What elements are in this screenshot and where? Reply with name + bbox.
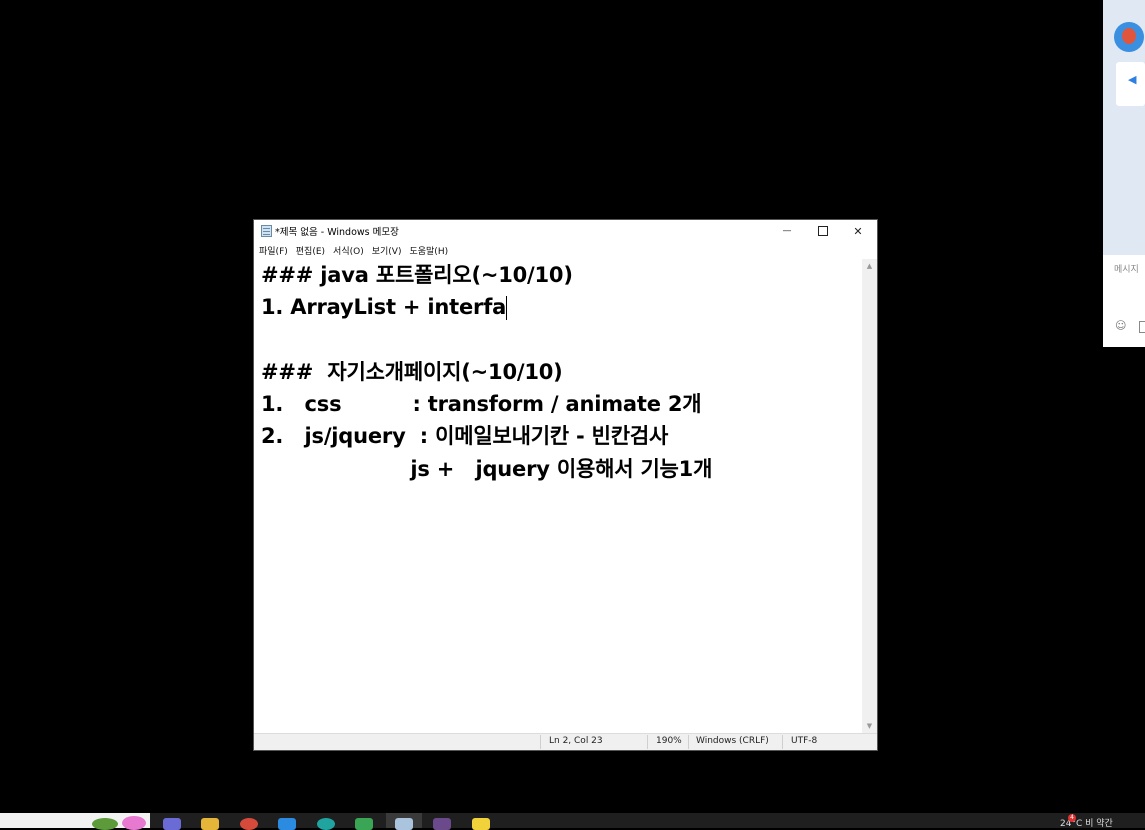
zoom-level: 190% (656, 736, 682, 746)
file-explorer-icon[interactable] (201, 818, 219, 830)
edge-icon[interactable] (317, 818, 335, 830)
notepad-taskbar-icon[interactable] (395, 818, 413, 830)
editor-line-text: 1. ArrayList + interfa (261, 295, 507, 320)
message-input-placeholder[interactable]: 메시지 (1114, 262, 1139, 275)
minimize-button[interactable]: — (770, 220, 804, 242)
notepad-app-icon (261, 225, 272, 237)
status-divider (647, 735, 648, 749)
cursor-position: Ln 2, Col 23 (549, 736, 603, 746)
maximize-icon (818, 226, 828, 236)
emoji-icon[interactable]: ☺ (1115, 319, 1126, 332)
close-button[interactable]: ✕ (841, 220, 875, 242)
editor-line: 2. js/jquery : 이메일보내기칸 - 빈칸검사 (261, 424, 669, 449)
status-divider (688, 735, 689, 749)
chrome-icon[interactable] (240, 818, 258, 830)
kakaotalk-icon[interactable] (472, 818, 490, 830)
menu-edit[interactable]: 편집(E) (296, 244, 325, 257)
copilot-icon[interactable] (163, 818, 181, 830)
notification-badge: 4 (1068, 814, 1076, 822)
status-divider (540, 735, 541, 749)
maximize-button[interactable] (806, 220, 840, 242)
menu-help[interactable]: 도움말(H) (409, 244, 448, 257)
menu-view[interactable]: 보기(V) (372, 244, 402, 257)
editor-line: 1. css : transform / animate 2개 (261, 392, 702, 417)
notepad-window: *제목 없음 - Windows 메모장 — ✕ 파일(F) 편집(E) 서식(… (253, 219, 878, 751)
app-icon[interactable] (355, 818, 373, 830)
editor-line-with-caret: 1. ArrayList + interfa (261, 291, 862, 323)
notice-card[interactable]: ◀ (1116, 62, 1145, 106)
profile-avatar[interactable] (1114, 22, 1144, 52)
text-editor[interactable]: ### java 포트폴리오(~10/10) 1. ArrayList + in… (254, 259, 862, 734)
menu-file[interactable]: 파일(F) (259, 244, 288, 257)
chat-side-panel: ◀ 메시지 ☺ (1103, 0, 1145, 347)
attach-icon[interactable] (1139, 321, 1145, 333)
menu-format[interactable]: 서식(O) (333, 244, 364, 257)
menu-bar: 파일(F) 편집(E) 서식(O) 보기(V) 도움말(H) (254, 242, 877, 259)
megaphone-icon: ◀ (1128, 73, 1137, 86)
vertical-scrollbar[interactable]: ▲ ▼ (862, 259, 877, 734)
status-divider (782, 735, 783, 749)
search-highlight-icon (92, 818, 118, 830)
editor-line: js + jquery 이용해서 기능1개 (261, 456, 713, 481)
line-ending: Windows (CRLF) (696, 736, 769, 746)
encoding: UTF-8 (791, 736, 818, 746)
app-icon[interactable] (433, 818, 451, 830)
scroll-up-icon[interactable]: ▲ (862, 259, 877, 274)
status-bar: Ln 2, Col 23 190% Windows (CRLF) UTF-8 (254, 733, 877, 750)
minimize-icon: — (782, 226, 792, 236)
title-bar[interactable]: *제목 없음 - Windows 메모장 — ✕ (254, 220, 877, 242)
text-caret (506, 296, 508, 321)
close-icon: ✕ (853, 224, 863, 238)
window-title: *제목 없음 - Windows 메모장 (275, 227, 399, 238)
editor-line: ### 자기소개페이지(~10/10) (261, 359, 563, 384)
vscode-icon[interactable] (278, 818, 296, 830)
scroll-down-icon[interactable]: ▼ (862, 719, 877, 734)
taskbar: 24°C 비 약간 4 (0, 813, 1145, 830)
editor-line: ### java 포트폴리오(~10/10) (261, 263, 573, 287)
